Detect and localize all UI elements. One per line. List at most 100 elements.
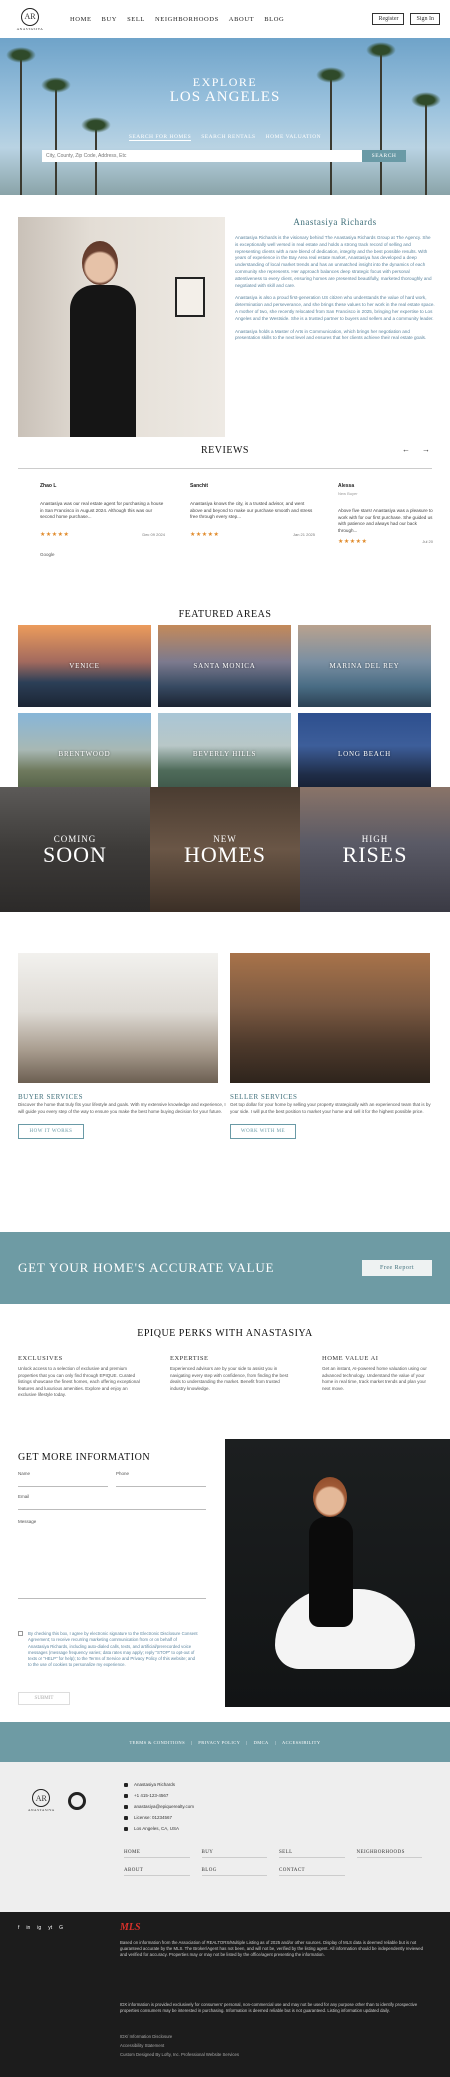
review-date: Jul 20 [422,539,433,544]
idx-disclosure-link[interactable]: IDX/ Information Disclosure [120,2034,172,2039]
contact-row[interactable]: anastasiya@epiquerealty.com [124,1804,194,1809]
footer-link-neighborhoods[interactable]: NEIGHBORHOODS [356,1850,422,1858]
email-field[interactable]: Email [18,1494,206,1510]
perk-expertise: EXPERTISE Experienced advisors are by yo… [170,1355,295,1392]
nav-sell[interactable]: SELL [127,16,145,23]
nav-home[interactable]: HOME [70,16,92,23]
footer-info: AR ANASTASIYA Anastasiya Richards +1 415… [0,1762,450,1912]
designer-credit-link[interactable]: Custom Designed By Lofty, Inc. Professio… [120,2052,239,2057]
mls-logo: MLS [120,1922,141,1933]
submit-button[interactable]: SUBMIT [18,1692,70,1705]
nav-about[interactable]: ABOUT [229,16,254,23]
area-label: SANTA MONICA [193,662,256,670]
message-field[interactable]: Message [18,1519,206,1599]
hero-banner: EXPLORE LOS ANGELES SEARCH FOR HOMES SEA… [0,38,450,195]
linkedin-icon[interactable]: in [26,1925,30,1931]
perk-title: EXPERTISE [170,1355,209,1362]
promo-banners: COMING SOON NEW HOMES HIGH RISES [0,787,450,912]
main-nav: HOME BUY SELL NEIGHBORHOODS ABOUT BLOG [70,16,366,23]
site-header: AR ANASTASIYA HOME BUY SELL NEIGHBORHOOD… [0,0,450,38]
instagram-icon[interactable]: ig [37,1925,41,1931]
arrow-right-icon[interactable]: → [422,445,430,454]
free-report-button[interactable]: Free Report [362,1260,432,1276]
search-tabs: SEARCH FOR HOMES SEARCH RENTALS HOME VAL… [0,134,450,141]
tab-search-homes[interactable]: SEARCH FOR HOMES [128,134,192,141]
perk-title: EXCLUSIVES [18,1355,63,1362]
area-tile-marina-del-rey[interactable]: MARINA DEL REY [298,625,431,707]
area-tile-beverly-hills[interactable]: BEVERLY HILLS [158,713,291,795]
footer-disclaimer: f in ig yt G MLS Based on information fr… [0,1912,450,2077]
site-logo[interactable]: AR ANASTASIYA [10,7,50,31]
footer-link-contact[interactable]: CONTACT [279,1868,345,1876]
consent-checkbox[interactable] [18,1631,23,1636]
footer-logo[interactable]: AR ANASTASIYA [28,1789,55,1812]
promo-high-rises[interactable]: HIGH RISES [300,787,450,912]
facebook-icon[interactable]: f [18,1925,19,1931]
contact-row[interactable]: +1 415-123-4567 [124,1793,194,1798]
footer-link-home[interactable]: HOME [124,1850,190,1858]
name-field[interactable]: Name [18,1471,108,1487]
nav-neighborhoods[interactable]: NEIGHBORHOODS [155,16,219,23]
footer-nav: HOME BUY SELL NEIGHBORHOODS ABOUT BLOG C… [124,1850,434,1876]
area-tile-santa-monica[interactable]: SANTA MONICA [158,625,291,707]
reviewer-name: Alessa [338,483,355,489]
star-rating: ★★★★★ [338,539,368,545]
about-text: Anastasiya Richards Anastasiya Richards … [235,217,435,348]
email-icon [124,1804,128,1809]
register-button[interactable]: Register [372,13,405,25]
idx-disclaimer: IDX information is provided exclusively … [120,2002,418,2013]
area-tile-venice[interactable]: VENICE [18,625,151,707]
contact-row: Anastasiya Richards [124,1782,194,1787]
tab-search-rentals[interactable]: SEARCH RENTALS [201,134,255,141]
google-icon[interactable]: G [59,1925,63,1931]
contact-section: GET MORE INFORMATION Name Phone Email Me… [0,1424,450,1722]
promo-line2: SOON [43,841,107,867]
terms-link[interactable]: TERMS & CONDITIONS [130,1740,185,1745]
buyer-services-title: BUYER SERVICES [18,1093,83,1101]
how-it-works-button[interactable]: HOW IT WORKS [18,1124,84,1139]
promo-new-homes[interactable]: NEW HOMES [150,787,300,912]
contact-row: License: 01234567 [124,1815,194,1820]
review-text: Anastasiya knows the city, is a trusted … [190,501,313,519]
buyer-services-text: Discover the home that truly fits your l… [18,1102,226,1114]
location-icon [124,1826,128,1831]
work-with-me-button[interactable]: WORK WITH ME [230,1124,296,1139]
phone-field[interactable]: Phone [116,1471,206,1487]
signin-button[interactable]: Sign In [410,13,440,25]
tab-home-valuation[interactable]: HOME VALUATION [266,134,322,141]
privacy-link[interactable]: PRIVACY POLICY [198,1740,240,1745]
promo-coming-soon[interactable]: COMING SOON [0,787,150,912]
reviews-title: REVIEWS [201,445,249,456]
about-section: Anastasiya Richards Anastasiya Richards … [0,195,450,445]
person-icon [124,1782,128,1787]
youtube-icon[interactable]: yt [48,1925,52,1931]
footer-link-buy[interactable]: BUY [201,1850,267,1858]
nav-buy[interactable]: BUY [102,16,118,23]
brokerage-logo-icon[interactable] [68,1792,86,1810]
area-tile-long-beach[interactable]: LONG BEACH [298,713,431,795]
accessibility-link[interactable]: ACCESSIBILITY [282,1740,320,1745]
search-button[interactable]: SEARCH [362,150,406,162]
contact-title: GET MORE INFORMATION [18,1452,151,1463]
google-label: Google [40,552,55,557]
footer-link-blog[interactable]: BLOG [201,1868,267,1876]
footer-link-about[interactable]: ABOUT [124,1868,190,1876]
arrow-left-icon[interactable]: ← [402,445,410,454]
review-date: Dec 09 2024 [142,532,165,537]
footer-contact: Anastasiya Richards +1 415-123-4567 anas… [124,1782,194,1837]
about-paragraph: Anastasiya is also a proud first-generat… [235,295,435,321]
area-label: BEVERLY HILLS [192,750,257,758]
accessibility-statement-link[interactable]: Accessibility Statement [120,2043,164,2048]
review-card: Sanchit Anastasiya knows the city, is a … [190,483,315,538]
palm-tree-image [411,92,441,195]
area-label: BRENTWOOD [58,750,111,758]
review-text: Above five stars! Anastasiya was a pleas… [338,508,433,533]
area-tile-brentwood[interactable]: BRENTWOOD [18,713,151,795]
home-value-banner: GET YOUR HOME'S ACCURATE VALUE Free Repo… [0,1232,450,1304]
dmca-link[interactable]: DMCA [254,1740,269,1745]
nav-blog[interactable]: BLOG [264,16,284,23]
footer-link-sell[interactable]: SELL [279,1850,345,1858]
area-label: MARINA DEL REY [329,662,400,670]
license-icon [124,1815,128,1820]
search-input[interactable] [46,153,362,159]
